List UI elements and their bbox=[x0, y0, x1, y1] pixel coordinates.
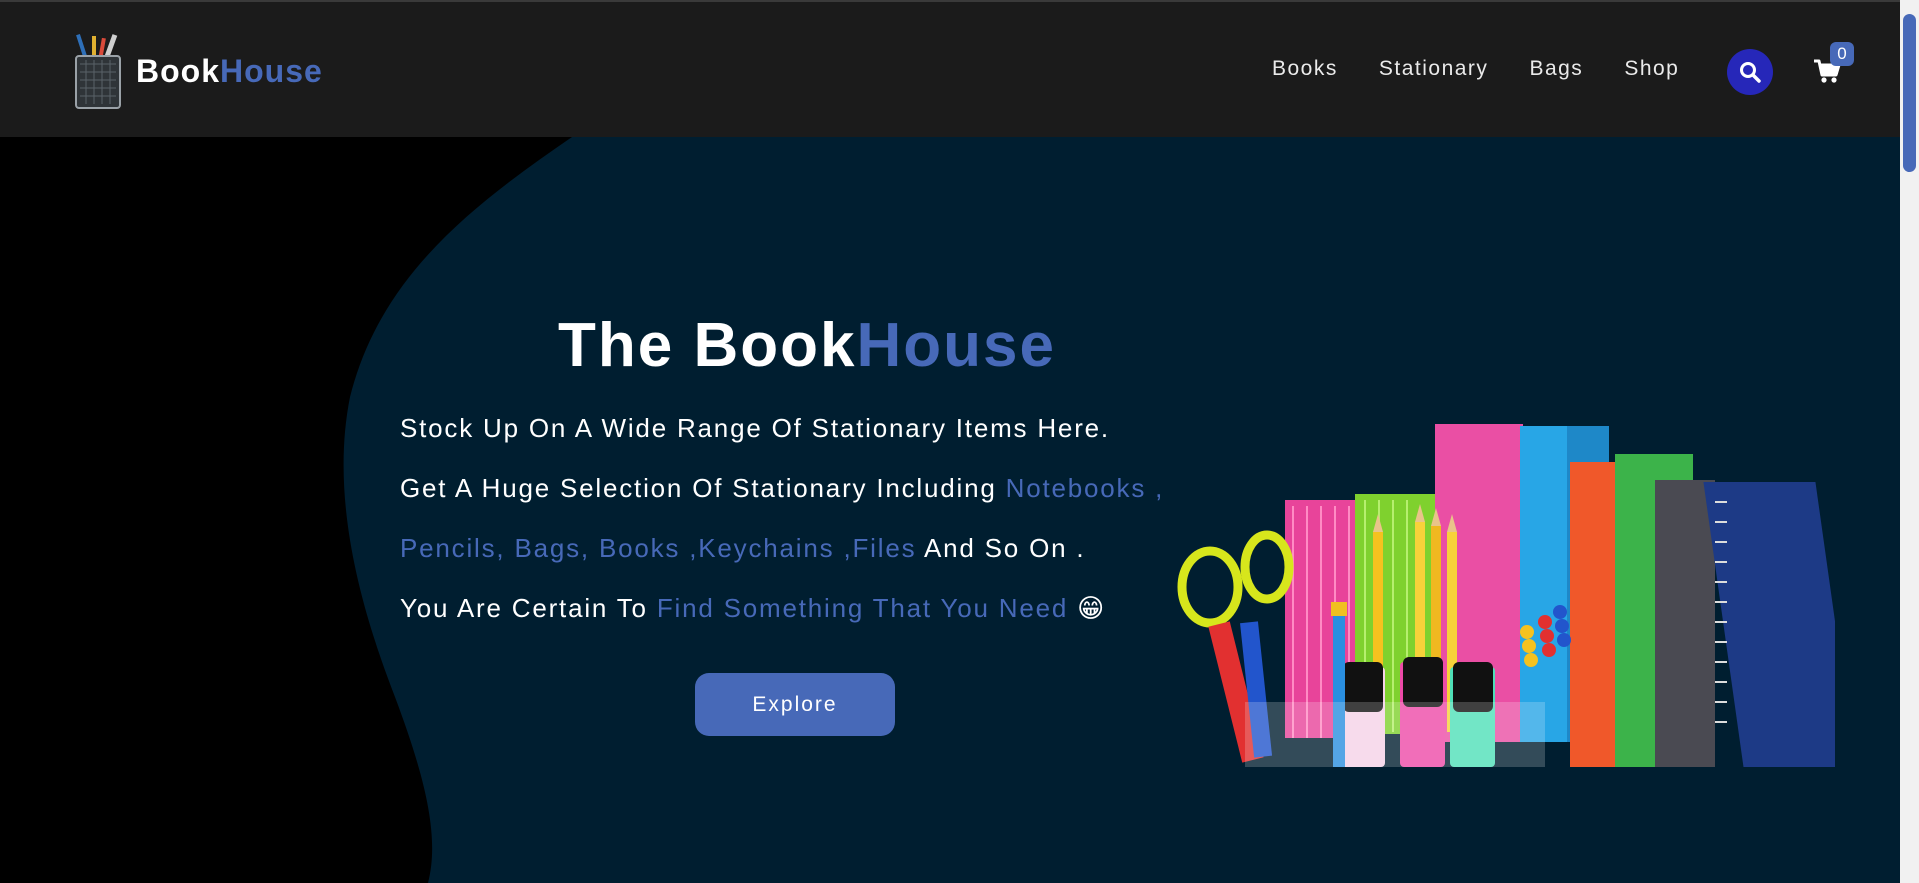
hero-section: The BookHouse Stock Up On A Wide Range O… bbox=[0, 137, 1900, 883]
brand-name: BookHouse bbox=[136, 53, 323, 90]
hero-line-4-highlight: Find Something That You Need bbox=[656, 593, 1069, 623]
explore-button[interactable]: Explore bbox=[695, 673, 895, 736]
nav-item-bags[interactable]: Bags bbox=[1529, 57, 1583, 81]
hero-line-2-text: Get A Huge Selection Of Stationary Inclu… bbox=[400, 473, 1006, 503]
search-button[interactable] bbox=[1727, 49, 1773, 95]
brand-logo[interactable]: BookHouse bbox=[70, 32, 323, 110]
brand-name-part1: Book bbox=[136, 52, 220, 89]
hero-line-4-text: You Are Certain To bbox=[400, 593, 657, 623]
stationery-image bbox=[1175, 422, 1856, 767]
pencil-cup-icon bbox=[70, 32, 126, 110]
nav-links: Books Stationary Bags Shop bbox=[1272, 57, 1720, 81]
brand-name-part2: House bbox=[220, 52, 323, 89]
hero-line-2-highlight: Notebooks , bbox=[1005, 473, 1165, 503]
hero-line-1-text: Stock Up On A Wide Range Of Stationary I… bbox=[400, 413, 1110, 443]
grin-emoji-icon: 😁 bbox=[1068, 593, 1107, 623]
nav-item-stationary[interactable]: Stationary bbox=[1379, 57, 1489, 81]
nav-item-books[interactable]: Books bbox=[1272, 57, 1338, 81]
hero-line-3-highlight: Pencils, Bags, Books ,Keychains ,Files bbox=[400, 533, 917, 563]
scrollbar-thumb[interactable] bbox=[1903, 14, 1916, 172]
hero-line-1: Stock Up On A Wide Range Of Stationary I… bbox=[400, 413, 1110, 444]
scrollbar[interactable] bbox=[1900, 0, 1919, 883]
hero-line-3: Pencils, Bags, Books ,Keychains ,Files A… bbox=[400, 533, 1085, 564]
hero-title-part2: House bbox=[856, 311, 1056, 380]
hero-title-part1: The Book bbox=[558, 311, 857, 380]
hero-line-2: Get A Huge Selection Of Stationary Inclu… bbox=[400, 473, 1164, 504]
search-icon bbox=[1740, 62, 1761, 83]
hero-line-3-text: And So On . bbox=[916, 533, 1086, 563]
navbar: BookHouse Books Stationary Bags Shop 0 bbox=[0, 0, 1900, 137]
nav-item-shop[interactable]: Shop bbox=[1624, 57, 1679, 81]
hero-title: The BookHouse bbox=[558, 310, 1056, 381]
hero-line-4: You Are Certain To Find Something That Y… bbox=[400, 593, 1106, 624]
cart-count-badge: 0 bbox=[1830, 42, 1854, 66]
